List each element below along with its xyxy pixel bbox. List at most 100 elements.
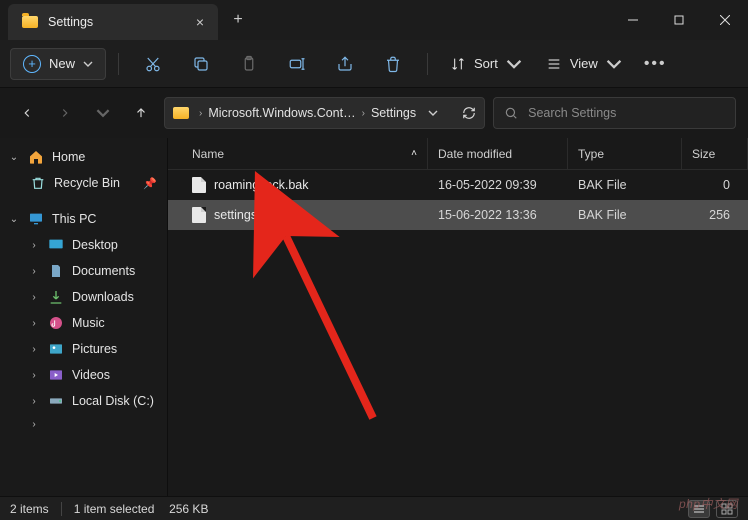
sidebar: ⌄ Home Recycle Bin 📌 ⌄ This PC ›Desktop … — [0, 138, 168, 496]
up-button[interactable] — [126, 98, 156, 128]
sidebar-label: Home — [52, 150, 85, 164]
column-date[interactable]: Date modified — [428, 138, 568, 169]
separator — [118, 53, 119, 75]
file-icon — [192, 207, 206, 223]
view-icon — [546, 56, 562, 72]
sidebar-item-local-disk[interactable]: ›Local Disk (C:) — [0, 388, 167, 414]
sort-icon — [450, 56, 466, 72]
file-date: 15-06-2022 13:36 — [428, 208, 568, 222]
sidebar-item-thispc[interactable]: ⌄ This PC — [0, 206, 167, 232]
close-tab-icon[interactable]: × — [196, 14, 204, 30]
recent-locations-button[interactable] — [88, 98, 118, 128]
rename-button[interactable] — [275, 46, 319, 82]
home-icon — [28, 149, 44, 165]
chevron-right-icon: › — [362, 108, 365, 119]
disk-icon — [48, 393, 64, 409]
status-size: 256 KB — [169, 502, 208, 516]
plus-circle-icon: + — [23, 55, 41, 73]
sidebar-item-desktop[interactable]: ›Desktop — [0, 232, 167, 258]
file-name: settings.dat.bak — [214, 208, 302, 222]
videos-icon — [48, 367, 64, 383]
sort-asc-icon: ˄ — [411, 148, 417, 159]
column-size[interactable]: Size — [682, 138, 748, 169]
back-button[interactable] — [12, 98, 42, 128]
view-label: View — [570, 56, 598, 71]
separator — [427, 53, 428, 75]
file-name: roaming.lock.bak — [214, 178, 309, 192]
sidebar-label: Desktop — [72, 238, 118, 252]
sidebar-label: Music — [72, 316, 105, 330]
delete-button[interactable] — [371, 46, 415, 82]
sort-label: Sort — [474, 56, 498, 71]
sidebar-label: Local Disk (C:) — [72, 394, 154, 408]
file-row[interactable]: settings.dat.bak 15-06-2022 13:36 BAK Fi… — [168, 200, 748, 230]
chevron-down-icon — [606, 56, 622, 72]
new-button-label: New — [49, 56, 75, 71]
search-placeholder: Search Settings — [528, 106, 616, 120]
sidebar-item-recycle[interactable]: Recycle Bin 📌 — [0, 170, 167, 196]
cut-button[interactable] — [131, 46, 175, 82]
sidebar-item-music[interactable]: ›Music — [0, 310, 167, 336]
sidebar-label: Pictures — [72, 342, 117, 356]
search-input[interactable]: Search Settings — [493, 97, 736, 129]
tab-title: Settings — [48, 15, 186, 29]
sort-button[interactable]: Sort — [440, 50, 532, 78]
chevron-down-icon[interactable] — [428, 108, 438, 118]
active-tab[interactable]: Settings × — [8, 4, 218, 40]
address-bar[interactable]: › Microsoft.Windows.Cont… › Settings — [164, 97, 485, 129]
share-button[interactable] — [323, 46, 367, 82]
file-date: 16-05-2022 09:39 — [428, 178, 568, 192]
music-icon — [48, 315, 64, 331]
file-size: 256 — [682, 208, 748, 222]
view-button[interactable]: View — [536, 50, 632, 78]
status-bar: 2 items 1 item selected 256 KB — [0, 496, 748, 520]
new-button[interactable]: + New — [10, 48, 106, 80]
sidebar-item-documents[interactable]: ›Documents — [0, 258, 167, 284]
column-headers: Name˄ Date modified Type Size — [168, 138, 748, 170]
toolbar: + New Sort View ••• — [0, 40, 748, 88]
sidebar-more[interactable]: › — [0, 414, 167, 435]
file-type: BAK File — [568, 208, 682, 222]
breadcrumb-segment[interactable]: Microsoft.Windows.Cont… — [208, 106, 355, 120]
copy-button[interactable] — [179, 46, 223, 82]
pin-icon: 📌 — [143, 177, 157, 190]
watermark: php中文网 — [679, 495, 738, 512]
status-count: 2 items — [10, 502, 49, 516]
column-name[interactable]: Name˄ — [182, 138, 428, 169]
recycle-bin-icon — [30, 175, 46, 191]
maximize-button[interactable] — [656, 0, 702, 40]
folder-icon — [22, 16, 38, 28]
more-button[interactable]: ••• — [636, 55, 675, 73]
chevron-down-icon — [506, 56, 522, 72]
status-selected: 1 item selected — [74, 502, 155, 516]
file-icon — [192, 177, 206, 193]
sidebar-item-downloads[interactable]: ›Downloads — [0, 284, 167, 310]
desktop-icon — [48, 237, 64, 253]
sidebar-label: Documents — [72, 264, 135, 278]
paste-button[interactable] — [227, 46, 271, 82]
forward-button[interactable] — [50, 98, 80, 128]
monitor-icon — [28, 211, 44, 227]
sidebar-item-home[interactable]: ⌄ Home — [0, 144, 167, 170]
file-type: BAK File — [568, 178, 682, 192]
documents-icon — [48, 263, 64, 279]
chevron-down-icon — [83, 59, 93, 69]
sidebar-label: Recycle Bin — [54, 176, 120, 190]
chevron-right-icon: › — [199, 108, 202, 119]
sidebar-item-pictures[interactable]: ›Pictures — [0, 336, 167, 362]
sidebar-label: Downloads — [72, 290, 134, 304]
titlebar: Settings × + — [0, 0, 748, 40]
downloads-icon — [48, 289, 64, 305]
address-row: › Microsoft.Windows.Cont… › Settings Sea… — [0, 88, 748, 138]
close-window-button[interactable] — [702, 0, 748, 40]
sidebar-label: Videos — [72, 368, 110, 382]
pictures-icon — [48, 341, 64, 357]
column-type[interactable]: Type — [568, 138, 682, 169]
breadcrumb-segment[interactable]: Settings — [371, 106, 416, 120]
refresh-icon[interactable] — [462, 106, 476, 120]
sidebar-item-videos[interactable]: ›Videos — [0, 362, 167, 388]
file-row[interactable]: roaming.lock.bak 16-05-2022 09:39 BAK Fi… — [168, 170, 748, 200]
minimize-button[interactable] — [610, 0, 656, 40]
search-icon — [504, 106, 518, 120]
new-tab-button[interactable]: + — [218, 0, 258, 40]
